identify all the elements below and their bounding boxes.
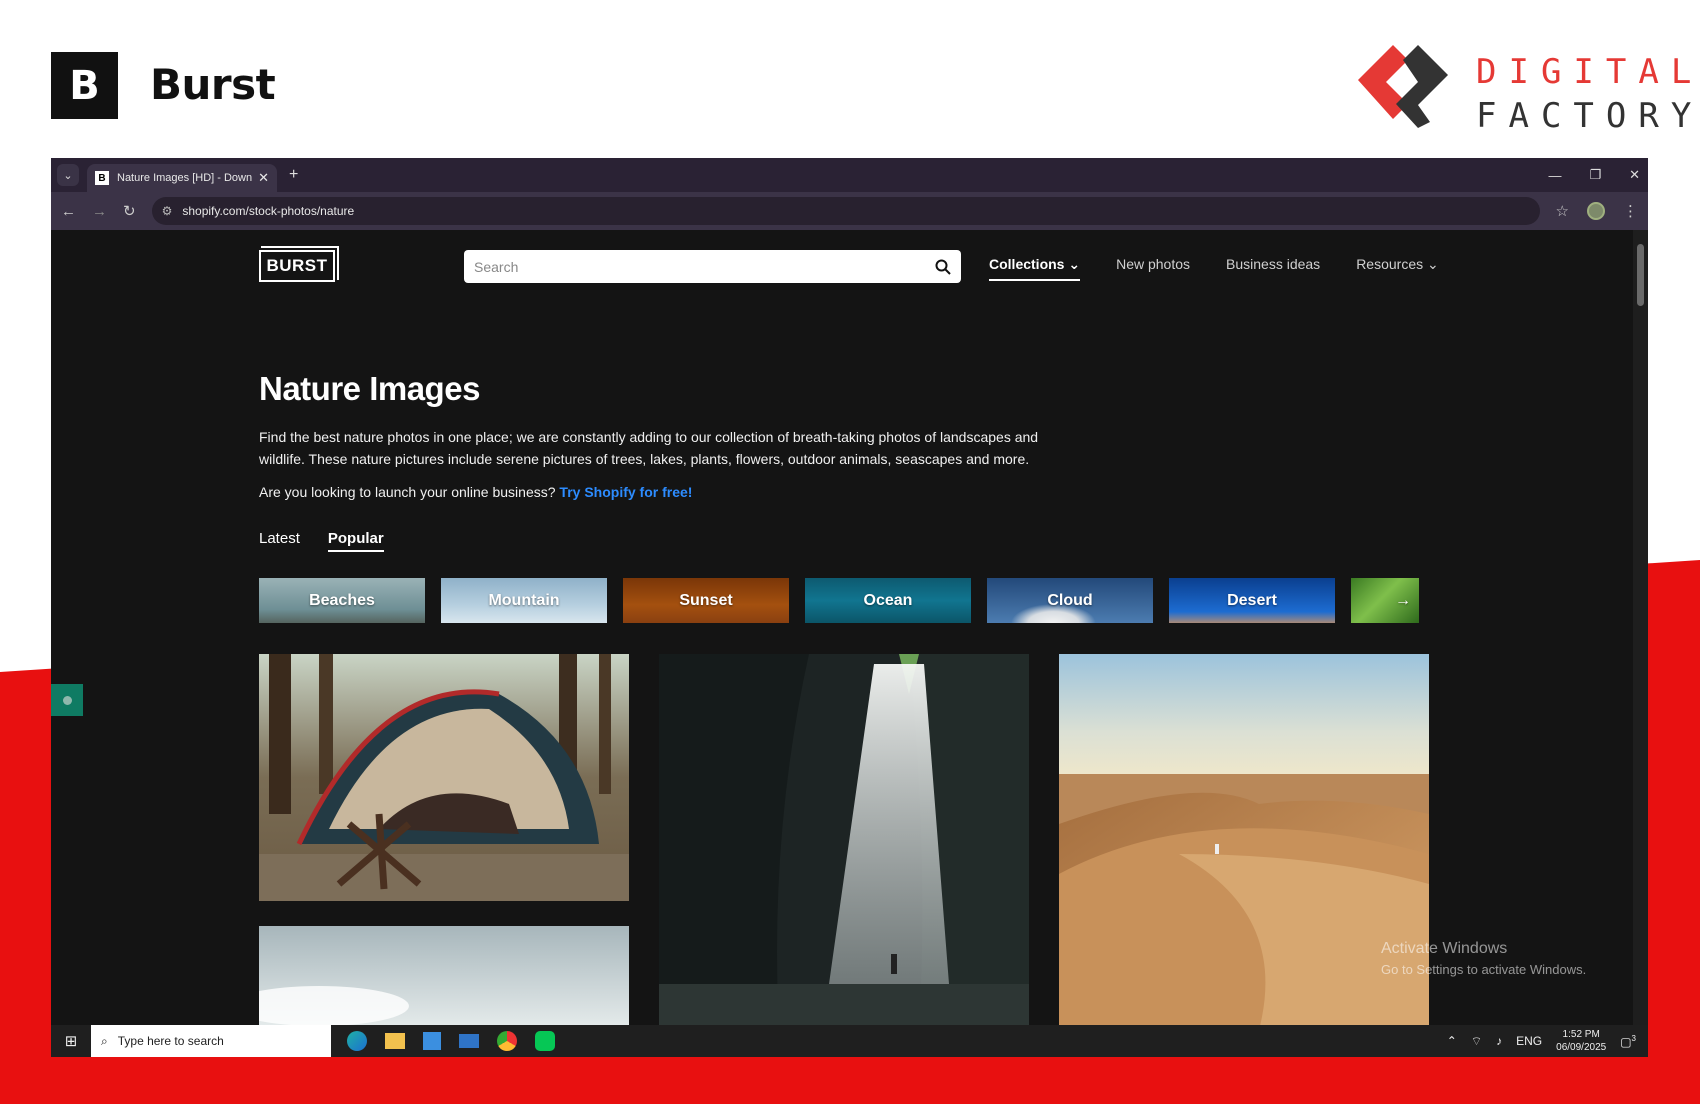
clock[interactable]: 1:52 PM 06/09/2025: [1556, 1028, 1606, 1054]
search-input[interactable]: [474, 258, 935, 275]
edge-icon[interactable]: [347, 1031, 367, 1051]
site-logo[interactable]: BURST: [259, 246, 339, 282]
partner-line-2: FACTORY: [1476, 96, 1700, 136]
notification-center-icon[interactable]: ▢3: [1620, 1034, 1636, 1049]
store-icon[interactable]: [423, 1032, 441, 1050]
line-app-icon[interactable]: [535, 1031, 555, 1051]
volume-icon[interactable]: ♪: [1496, 1034, 1502, 1048]
page-scrollbar[interactable]: [1633, 230, 1648, 1025]
try-shopify-link[interactable]: Try Shopify for free!: [559, 484, 692, 500]
minimize-icon[interactable]: —: [1548, 168, 1561, 183]
tab-close-icon[interactable]: ✕: [258, 170, 269, 186]
search-icon[interactable]: [935, 259, 951, 275]
url-text: shopify.com/stock-photos/nature: [182, 204, 355, 218]
url-field[interactable]: ⚙ shopify.com/stock-photos/nature: [151, 197, 1540, 225]
category-cloud[interactable]: Cloud: [987, 578, 1153, 623]
tab-title: Nature Images [HD] - Download: [117, 172, 253, 184]
clock-time: 1:52 PM: [1562, 1029, 1600, 1040]
cta-line: Are you looking to launch your online bu…: [259, 484, 692, 500]
address-bar: ← → ↻ ⚙ shopify.com/stock-photos/nature …: [51, 192, 1648, 230]
bookmark-star-icon[interactable]: ☆: [1556, 202, 1569, 220]
nav-resources[interactable]: Resources ⌄: [1356, 256, 1439, 281]
taskbar-apps: [347, 1031, 555, 1051]
digital-factory-wordmark: DIGITAL FACTORY: [1476, 50, 1700, 138]
category-ocean[interactable]: Ocean: [805, 578, 971, 623]
tab-latest[interactable]: Latest: [259, 530, 300, 552]
profile-avatar[interactable]: [1587, 202, 1605, 220]
browser-tab[interactable]: B Nature Images [HD] - Download ✕: [87, 164, 277, 192]
site-search-bar: [464, 250, 961, 283]
restore-icon[interactable]: ❐: [1589, 167, 1601, 183]
network-icon[interactable]: ⌔: [1471, 1034, 1482, 1049]
forward-arrow-icon[interactable]: →: [92, 203, 107, 220]
browser-window: ⌄ B Nature Images [HD] - Download ✕ + — …: [51, 158, 1648, 1057]
back-arrow-icon[interactable]: ←: [61, 203, 76, 220]
category-mountain[interactable]: Mountain: [441, 578, 607, 623]
watermark-line-1: Activate Windows: [1381, 940, 1508, 957]
chrome-icon[interactable]: [497, 1031, 517, 1051]
category-desert[interactable]: Desert: [1169, 578, 1335, 623]
watermark-line-2: Go to Settings to activate Windows.: [1381, 962, 1587, 977]
taskbar-search-placeholder: Type here to search: [117, 1034, 224, 1048]
tab-popular[interactable]: Popular: [327, 530, 384, 552]
tray-up-chevron-icon[interactable]: ⌃: [1447, 1034, 1457, 1048]
digital-factory-logo-icon: [1358, 45, 1448, 128]
cta-text: Are you looking to launch your online bu…: [259, 484, 560, 500]
nav-collections[interactable]: Collections ⌄: [989, 256, 1081, 281]
category-strip: Beaches Mountain Sunset Ocean Cloud Dese…: [259, 578, 1419, 623]
photo-desert-dunes[interactable]: [1059, 654, 1429, 1025]
slide: B Burst DIGITAL FACTORY ⌄ B Nature Image…: [0, 0, 1700, 1108]
category-next-arrow-icon[interactable]: →: [1351, 578, 1419, 623]
partner-line-1: DIGITAL: [1476, 52, 1700, 92]
windows-taskbar: ⊞ ⌕ Type here to search ⌃ ⌔ ♪ ENG 1:52 P…: [51, 1025, 1648, 1057]
category-beaches[interactable]: Beaches: [259, 578, 425, 623]
menu-kebab-icon[interactable]: ⋮: [1623, 202, 1638, 220]
tab-favicon: B: [95, 171, 109, 185]
close-window-icon[interactable]: ✕: [1629, 167, 1640, 183]
sort-tabs: Latest Popular: [259, 530, 384, 552]
photo-cave-light-beam[interactable]: [659, 654, 1029, 1025]
photo-tent-campfire[interactable]: [259, 654, 629, 901]
start-windows-icon[interactable]: ⊞: [51, 1025, 91, 1057]
nav-new-photos[interactable]: New photos: [1116, 256, 1190, 281]
photo-sky-clouds[interactable]: [259, 926, 629, 1025]
window-controls: — ❐ ✕: [1548, 158, 1640, 192]
page-description: Find the best nature photos in one place…: [259, 429, 1039, 467]
taskbar-search-icon: ⌕: [101, 1033, 108, 1048]
input-language[interactable]: ENG: [1516, 1034, 1542, 1048]
taskbar-search-box[interactable]: ⌕ Type here to search: [91, 1025, 331, 1057]
mail-icon[interactable]: [459, 1034, 479, 1048]
category-sunset[interactable]: Sunset: [623, 578, 789, 623]
page-title: Nature Images: [259, 370, 480, 407]
site-settings-icon[interactable]: ⚙: [162, 204, 173, 218]
web-page: BURST Collections ⌄ New photos Business …: [51, 230, 1633, 1025]
address-bar-actions: ☆ ⋮: [1556, 202, 1638, 220]
tab-bar: ⌄ B Nature Images [HD] - Download ✕ + — …: [51, 158, 1648, 192]
activate-windows-watermark: Activate Windows Go to Settings to activ…: [1381, 940, 1586, 977]
nav-business-ideas[interactable]: Business ideas: [1226, 256, 1320, 281]
file-explorer-icon[interactable]: [385, 1033, 405, 1049]
scrollbar-thumb[interactable]: [1637, 244, 1644, 306]
side-feedback-icon[interactable]: [51, 684, 83, 716]
main-nav: Collections ⌄ New photos Business ideas …: [989, 256, 1439, 281]
tab-search-chevron-icon[interactable]: ⌄: [57, 164, 79, 186]
burst-brand-name: Burst: [150, 60, 276, 109]
burst-logo-mark: B: [51, 52, 118, 119]
clock-date: 06/09/2025: [1556, 1042, 1607, 1053]
reload-icon[interactable]: ↻: [123, 202, 136, 220]
system-tray: ⌃ ⌔ ♪ ENG 1:52 PM 06/09/2025 ▢3: [1447, 1028, 1648, 1054]
new-tab-plus-icon[interactable]: +: [289, 166, 298, 184]
notification-count: 3: [1631, 1033, 1636, 1043]
